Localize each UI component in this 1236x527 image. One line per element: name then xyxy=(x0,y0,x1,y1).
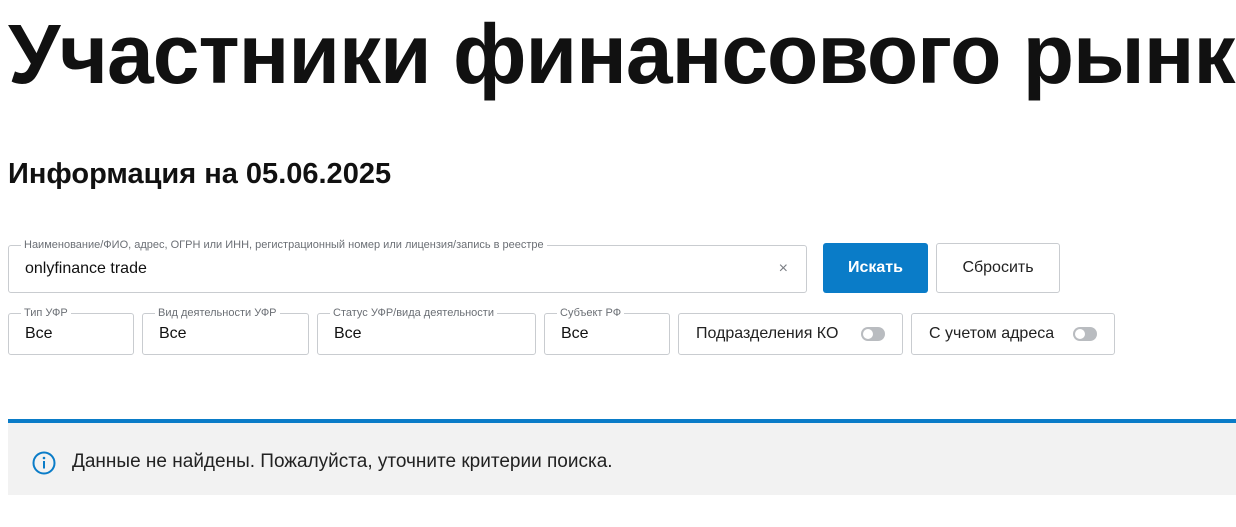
filter-status-label: Статус УФР/вида деятельности xyxy=(330,306,497,320)
clear-icon[interactable]: × xyxy=(779,261,788,277)
filter-subject-select[interactable]: Субъект РФ Все xyxy=(544,306,670,355)
result-message: Данные не найдены. Пожалуйста, уточните … xyxy=(72,451,613,472)
page: Участники финансового рынка Информация н… xyxy=(0,0,1236,527)
page-title: Участники финансового рынка xyxy=(8,7,1236,101)
ko-divisions-switch[interactable] xyxy=(861,327,885,341)
filter-type-value: Все xyxy=(25,325,53,342)
search-input[interactable]: onlyfinance trade xyxy=(25,260,147,278)
result-panel: Данные не найдены. Пожалуйста, уточните … xyxy=(8,423,1236,495)
search-field-label: Наименование/ФИО, адрес, ОГРН или ИНН, р… xyxy=(21,238,547,252)
filter-status-select[interactable]: Статус УФР/вида деятельности Все xyxy=(317,306,536,355)
ko-divisions-toggle[interactable]: Подразделения КО xyxy=(678,313,903,355)
filter-subject-label: Субъект РФ xyxy=(557,306,625,320)
with-address-switch[interactable] xyxy=(1073,327,1097,341)
filter-activity-label: Вид деятельности УФР xyxy=(155,306,280,320)
filter-type-label: Тип УФР xyxy=(21,306,71,320)
filter-subject-value: Все xyxy=(561,325,589,342)
filter-type-select[interactable]: Тип УФР Все xyxy=(8,306,134,355)
filter-activity-select[interactable]: Вид деятельности УФР Все xyxy=(142,306,309,355)
search-button[interactable]: Искать xyxy=(823,243,928,293)
with-address-toggle[interactable]: С учетом адреса xyxy=(911,313,1115,355)
search-field[interactable]: Наименование/ФИО, адрес, ОГРН или ИНН, р… xyxy=(8,238,807,293)
switch-knob xyxy=(1075,329,1085,339)
with-address-label: С учетом адреса xyxy=(929,325,1055,342)
reset-button[interactable]: Сбросить xyxy=(936,243,1060,293)
switch-knob xyxy=(863,329,873,339)
ko-divisions-label: Подразделения КО xyxy=(696,325,839,342)
info-date-heading: Информация на 05.06.2025 xyxy=(8,158,392,190)
filter-activity-value: Все xyxy=(159,325,187,342)
info-icon xyxy=(32,451,56,475)
filter-status-value: Все xyxy=(334,325,362,342)
